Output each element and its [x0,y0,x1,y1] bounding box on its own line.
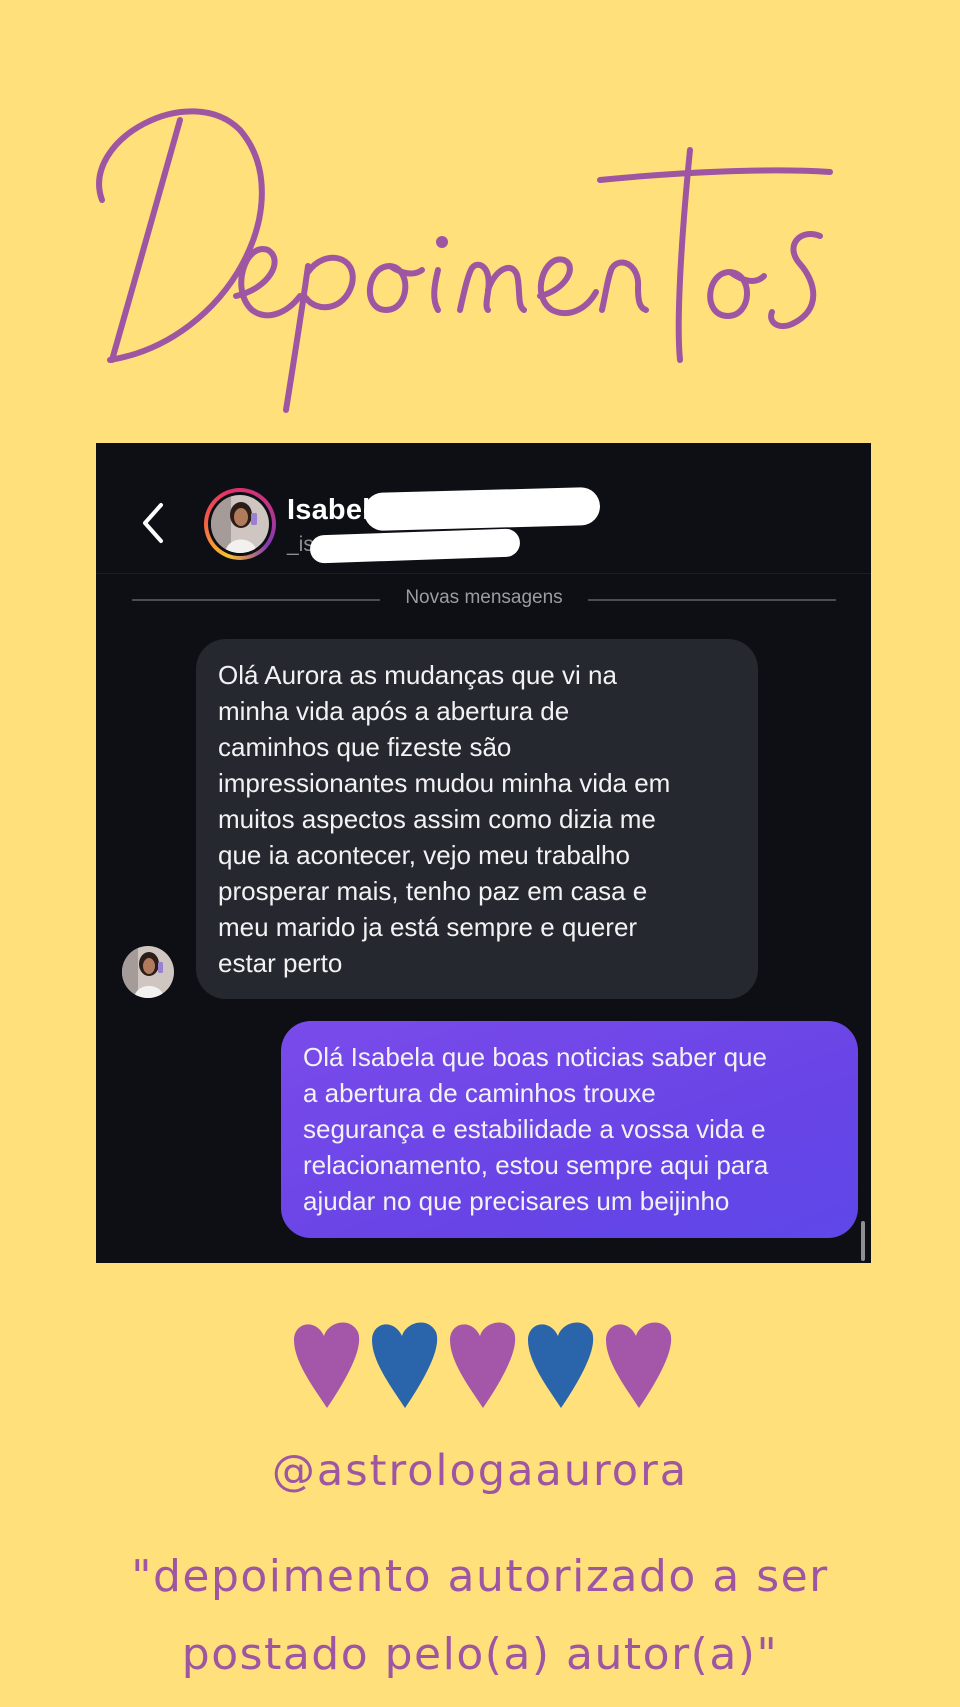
heart-icon [450,1322,516,1408]
received-message-bubble[interactable]: Olá Aurora as mudanças que vi na minha v… [196,639,758,999]
chat-screenshot: Isabel _is Novas mensagens Olá Aurora as… [96,443,871,1263]
received-message-text: Olá Aurora as mudanças que vi na minha v… [218,660,671,978]
avatar-photo-icon [122,946,174,998]
hearts-row [290,1318,680,1410]
username-redaction [309,528,521,564]
sender-avatar[interactable] [122,946,174,998]
sent-message-bubble[interactable]: Olá Isabela que boas noticias saber que … [281,1021,858,1238]
avatar [211,495,269,553]
avatar-photo-icon [211,495,269,553]
new-messages-divider: Novas mensagens [132,583,836,617]
heart-icon [372,1322,438,1408]
name-redaction [363,486,601,532]
heart-icon [528,1322,594,1408]
heart-icon [606,1322,672,1408]
page-title-lettering [96,108,833,413]
sent-message-text: Olá Isabela que boas noticias saber que … [303,1042,769,1216]
chevron-left-icon[interactable] [140,501,166,545]
chat-header: Isabel _is [96,443,871,574]
heart-icon [294,1322,360,1408]
scrollbar-thumb[interactable] [861,1221,865,1261]
divider-line [588,599,836,601]
contact-name: Isabel [287,494,371,526]
divider-label: Novas mensagens [405,587,563,608]
authorization-disclaimer: "depoimento autorizado a ser postado pel… [131,1551,829,1680]
contact-avatar[interactable] [204,488,276,560]
divider-line [132,599,380,601]
page-title [40,60,920,420]
instagram-handle: @astrologaaurora [271,1446,689,1496]
